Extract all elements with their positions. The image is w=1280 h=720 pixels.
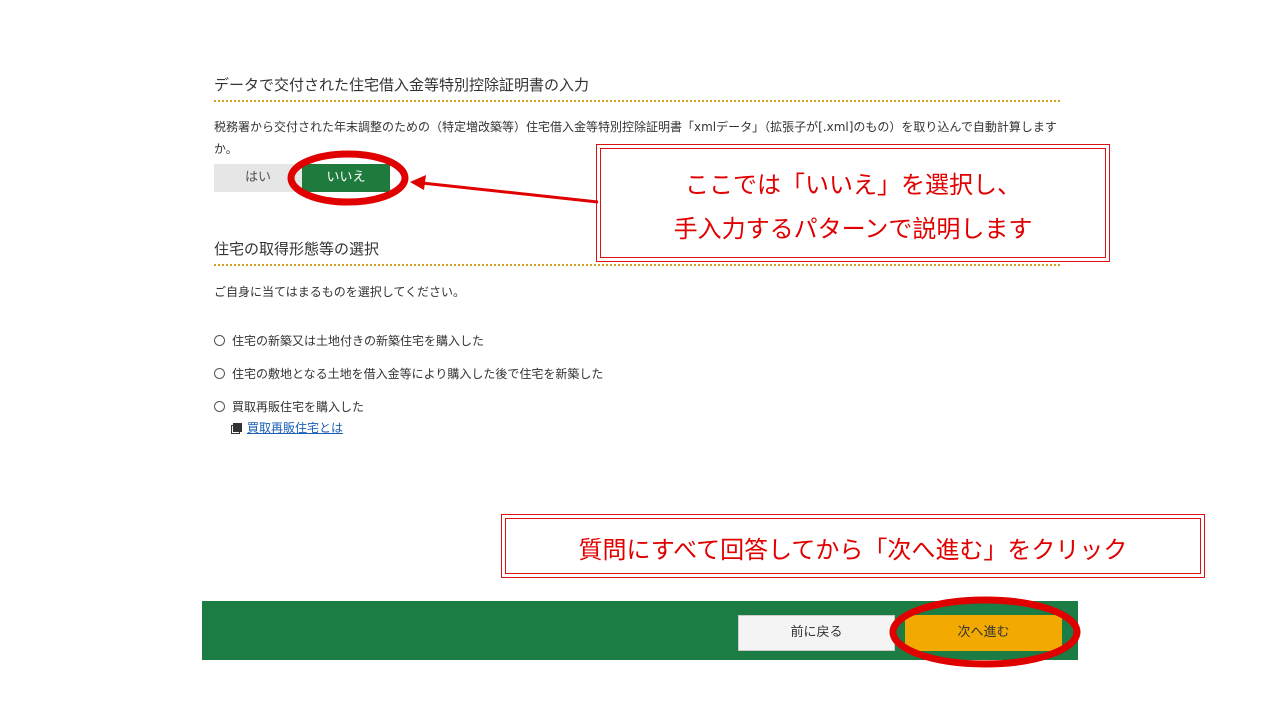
highlight-ellipse-next-button — [889, 596, 1081, 668]
annotation-arrow-line — [421, 181, 599, 204]
annotation-arrowhead — [410, 175, 426, 190]
annotation-overlay — [287, 150, 1081, 668]
highlight-ellipse-no-button — [287, 150, 409, 206]
